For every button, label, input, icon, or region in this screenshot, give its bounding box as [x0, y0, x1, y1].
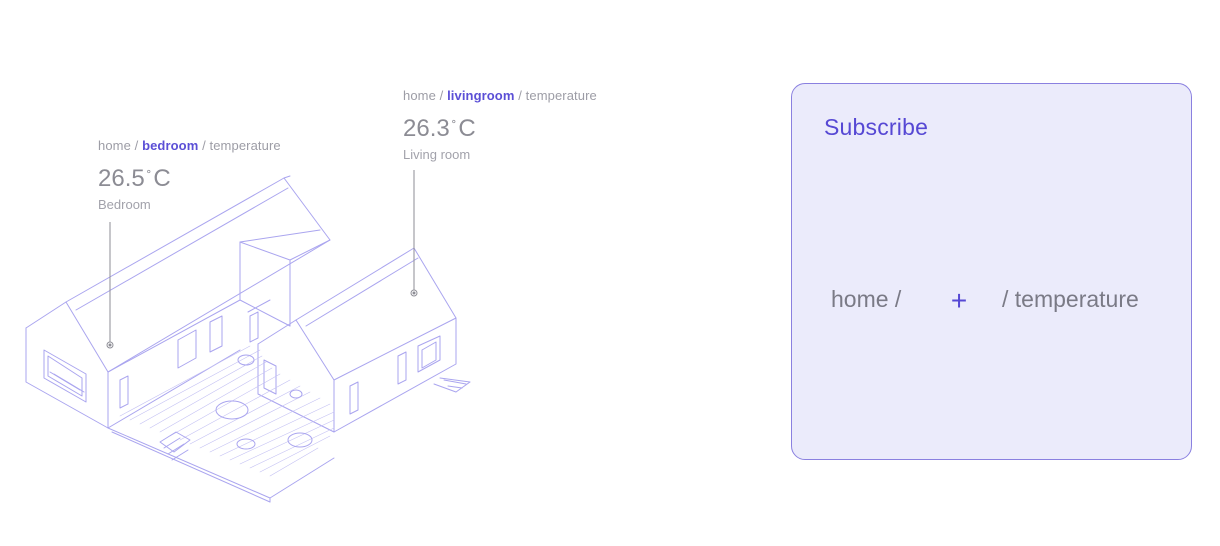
temperature-unit: C: [153, 165, 171, 192]
temperature-value: 26.3: [403, 115, 450, 142]
dashboard: home / bedroom / temperature 26.5 ˚C Bedr…: [0, 0, 1220, 546]
plus-icon: +: [950, 285, 968, 316]
temperature-reading: 26.3 ˚C: [403, 117, 597, 141]
subscribe-topic-builder: home / + / temperature: [792, 284, 1191, 320]
topic-suffix: / temperature: [518, 88, 597, 103]
topic-path: home / bedroom / temperature: [98, 138, 281, 153]
topic-path: home / livingroom / temperature: [403, 88, 597, 103]
sensor-card-bedroom: home / bedroom / temperature 26.5 ˚C Bedr…: [98, 138, 281, 212]
degree-symbol: ˚: [451, 118, 457, 134]
temperature-unit: C: [458, 115, 476, 142]
room-label: Bedroom: [98, 197, 151, 212]
room-label: Living room: [403, 147, 471, 162]
topic-suffix: / temperature: [1002, 286, 1139, 312]
topic-prefix: home /: [98, 138, 139, 153]
subscribe-title: Subscribe: [824, 114, 929, 140]
topic-room-link[interactable]: livingroom: [447, 88, 514, 103]
add-room-button[interactable]: +: [942, 284, 976, 318]
topic-suffix: / temperature: [202, 138, 281, 153]
sensor-markers: [106, 170, 418, 349]
degree-symbol: ˚: [146, 168, 152, 184]
sensor-dot-icon-core: [412, 291, 416, 295]
topic-prefix: home /: [831, 286, 902, 312]
temperature-reading: 26.5 ˚C: [98, 167, 281, 191]
topic-prefix: home /: [403, 88, 444, 103]
sensor-dot-icon-core: [108, 343, 112, 347]
sensor-card-livingroom: home / livingroom / temperature 26.3 ˚C L…: [403, 88, 597, 162]
temperature-value: 26.5: [98, 165, 145, 192]
topic-room-link[interactable]: bedroom: [142, 138, 198, 153]
subscribe-panel: Subscribe home / + / temperature: [791, 83, 1192, 460]
